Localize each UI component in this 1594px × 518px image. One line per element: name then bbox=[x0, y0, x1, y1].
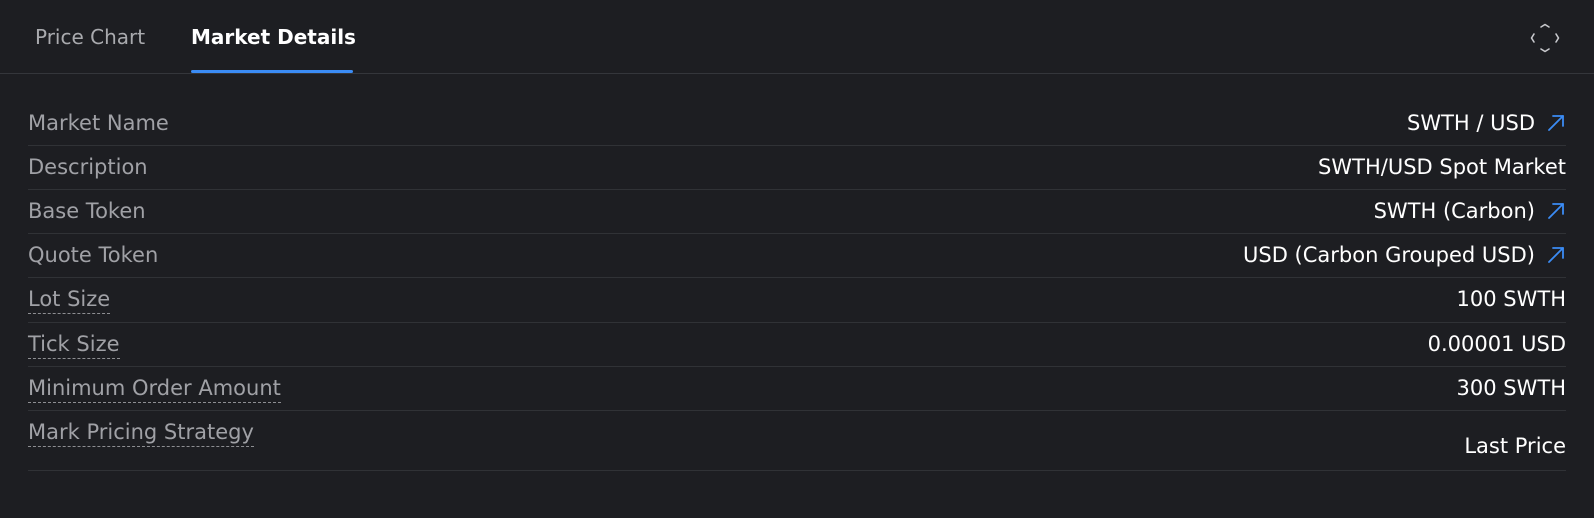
tab-market-details[interactable]: Market Details bbox=[191, 22, 356, 52]
detail-row-quote-token: Quote Token USD (Carbon Grouped USD) bbox=[28, 234, 1566, 278]
detail-row-description: Description SWTH/USD Spot Market bbox=[28, 146, 1566, 190]
detail-value: 0.00001 USD bbox=[1427, 332, 1566, 356]
arrow-up-right-icon[interactable] bbox=[1546, 201, 1566, 221]
detail-row-market-name: Market Name SWTH / USD bbox=[28, 102, 1566, 146]
detail-label-tooltip[interactable]: Mark Pricing Strategy bbox=[28, 419, 254, 447]
detail-value-container: USD (Carbon Grouped USD) bbox=[1243, 242, 1566, 268]
detail-row-lot-size: Lot Size 100 SWTH bbox=[28, 278, 1566, 323]
expand-corners-icon bbox=[1530, 23, 1560, 53]
detail-row-minimum-order-amount: Minimum Order Amount 300 SWTH bbox=[28, 367, 1566, 411]
market-details-panel: Price Chart Market Details Market Name S… bbox=[0, 0, 1594, 518]
detail-label-tooltip[interactable]: Tick Size bbox=[28, 331, 120, 359]
detail-label: Market Name bbox=[28, 111, 169, 135]
detail-value: 100 SWTH bbox=[1456, 287, 1566, 311]
details-list: Market Name SWTH / USD Description SWTH/… bbox=[28, 102, 1566, 471]
detail-label-tooltip[interactable]: Lot Size bbox=[28, 286, 111, 314]
expand-button[interactable] bbox=[1529, 22, 1561, 54]
detail-label: Description bbox=[28, 155, 148, 179]
detail-value-container: SWTH (Carbon) bbox=[1374, 198, 1566, 224]
detail-value: SWTH/USD Spot Market bbox=[1318, 155, 1566, 179]
market-name-link[interactable]: SWTH / USD bbox=[1407, 110, 1535, 136]
detail-row-base-token: Base Token SWTH (Carbon) bbox=[28, 190, 1566, 234]
quote-token-link[interactable]: USD (Carbon Grouped USD) bbox=[1243, 242, 1535, 268]
arrow-up-right-icon[interactable] bbox=[1546, 113, 1566, 133]
detail-label: Quote Token bbox=[28, 243, 159, 267]
tab-price-chart[interactable]: Price Chart bbox=[35, 22, 145, 52]
detail-label: Base Token bbox=[28, 199, 146, 223]
detail-label-tooltip[interactable]: Minimum Order Amount bbox=[28, 375, 281, 403]
detail-row-tick-size: Tick Size 0.00001 USD bbox=[28, 323, 1566, 367]
arrow-up-right-icon[interactable] bbox=[1546, 245, 1566, 265]
detail-value: Last Price bbox=[1464, 434, 1566, 458]
detail-value-container: SWTH / USD bbox=[1407, 110, 1566, 136]
detail-row-mark-pricing-strategy: Mark Pricing Strategy Last Price bbox=[28, 411, 1566, 471]
base-token-link[interactable]: SWTH (Carbon) bbox=[1374, 198, 1535, 224]
active-tab-indicator bbox=[191, 70, 353, 73]
tab-bar: Price Chart Market Details bbox=[0, 0, 1594, 74]
detail-value: 300 SWTH bbox=[1456, 376, 1566, 400]
